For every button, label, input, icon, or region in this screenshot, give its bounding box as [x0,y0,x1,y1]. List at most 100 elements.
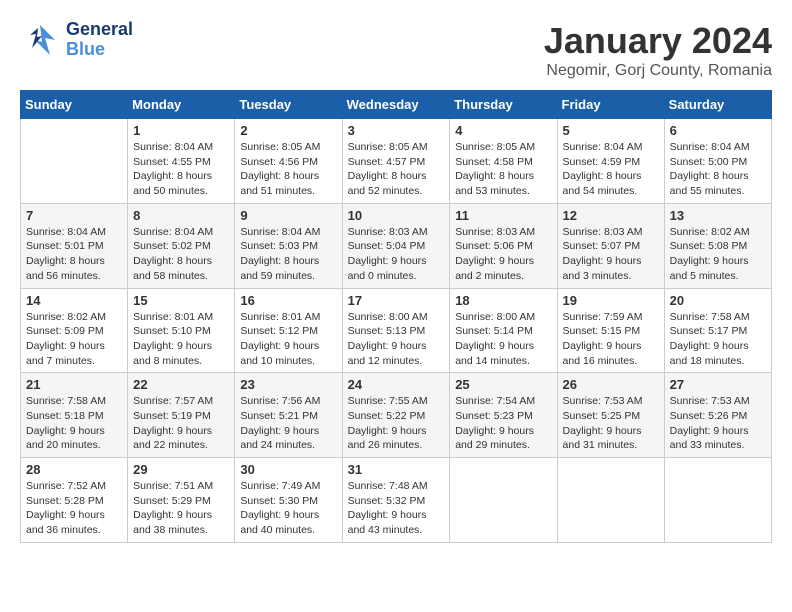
logo-general-text: General [66,20,133,40]
day-info: Sunrise: 8:04 AMSunset: 5:00 PMDaylight:… [670,140,766,199]
sunset-text: Sunset: 5:13 PM [348,324,445,339]
daylight-text: Daylight: 9 hours and 33 minutes. [670,424,766,453]
day-info: Sunrise: 7:57 AMSunset: 5:19 PMDaylight:… [133,394,229,453]
day-info: Sunrise: 8:00 AMSunset: 5:14 PMDaylight:… [455,310,551,369]
day-info: Sunrise: 7:59 AMSunset: 5:15 PMDaylight:… [563,310,659,369]
calendar-cell: 13Sunrise: 8:02 AMSunset: 5:08 PMDayligh… [664,203,771,288]
sunset-text: Sunset: 5:07 PM [563,239,659,254]
sunrise-text: Sunrise: 7:51 AM [133,479,229,494]
day-number: 21 [26,377,122,392]
calendar-cell: 3Sunrise: 8:05 AMSunset: 4:57 PMDaylight… [342,119,450,204]
sunrise-text: Sunrise: 7:54 AM [455,394,551,409]
day-info: Sunrise: 8:05 AMSunset: 4:56 PMDaylight:… [240,140,336,199]
week-row-1: 7Sunrise: 8:04 AMSunset: 5:01 PMDaylight… [21,203,772,288]
daylight-text: Daylight: 9 hours and 26 minutes. [348,424,445,453]
calendar-cell: 24Sunrise: 7:55 AMSunset: 5:22 PMDayligh… [342,373,450,458]
day-number: 29 [133,462,229,477]
sunrise-text: Sunrise: 7:48 AM [348,479,445,494]
month-title: January 2024 [544,20,772,62]
daylight-text: Daylight: 9 hours and 31 minutes. [563,424,659,453]
calendar-cell: 21Sunrise: 7:58 AMSunset: 5:18 PMDayligh… [21,373,128,458]
sunset-text: Sunset: 5:08 PM [670,239,766,254]
sunset-text: Sunset: 5:26 PM [670,409,766,424]
day-info: Sunrise: 7:48 AMSunset: 5:32 PMDaylight:… [348,479,445,538]
sunset-text: Sunset: 5:14 PM [455,324,551,339]
day-number: 14 [26,293,122,308]
sunrise-text: Sunrise: 7:55 AM [348,394,445,409]
day-number: 1 [133,123,229,138]
daylight-text: Daylight: 8 hours and 56 minutes. [26,254,122,283]
daylight-text: Daylight: 8 hours and 59 minutes. [240,254,336,283]
calendar-cell: 17Sunrise: 8:00 AMSunset: 5:13 PMDayligh… [342,288,450,373]
calendar-cell: 31Sunrise: 7:48 AMSunset: 5:32 PMDayligh… [342,458,450,543]
page-header: General Blue January 2024 Negomir, Gorj … [20,20,772,80]
daylight-text: Daylight: 9 hours and 24 minutes. [240,424,336,453]
sunrise-text: Sunrise: 8:03 AM [348,225,445,240]
daylight-text: Daylight: 8 hours and 54 minutes. [563,169,659,198]
day-info: Sunrise: 7:58 AMSunset: 5:17 PMDaylight:… [670,310,766,369]
day-number: 25 [455,377,551,392]
day-number: 30 [240,462,336,477]
day-info: Sunrise: 8:05 AMSunset: 4:57 PMDaylight:… [348,140,445,199]
day-number: 5 [563,123,659,138]
daylight-text: Daylight: 9 hours and 3 minutes. [563,254,659,283]
sunset-text: Sunset: 4:58 PM [455,155,551,170]
calendar-cell: 11Sunrise: 8:03 AMSunset: 5:06 PMDayligh… [450,203,557,288]
day-info: Sunrise: 8:02 AMSunset: 5:09 PMDaylight:… [26,310,122,369]
sunset-text: Sunset: 5:02 PM [133,239,229,254]
daylight-text: Daylight: 9 hours and 7 minutes. [26,339,122,368]
calendar-cell [557,458,664,543]
calendar-table: SundayMondayTuesdayWednesdayThursdayFrid… [20,90,772,543]
calendar-cell: 14 Sunrise: 8:02 AMSunset: 5:09 PMDayligh… [21,288,128,373]
day-info: Sunrise: 7:55 AMSunset: 5:22 PMDaylight:… [348,394,445,453]
calendar-cell: 30 Sunrise: 7:49 AMSunset: 5:30 PMDayligh… [235,458,342,543]
sunrise-text: Sunrise: 8:05 AM [240,140,336,155]
day-info: Sunrise: 8:01 AMSunset: 5:10 PMDaylight:… [133,310,229,369]
sunrise-text: Sunrise: 8:04 AM [563,140,659,155]
logo-icon [20,20,60,60]
sunset-text: Sunset: 5:32 PM [348,494,445,509]
day-info: Sunrise: 7:54 AMSunset: 5:23 PMDaylight:… [455,394,551,453]
sunrise-text: Sunrise: 8:04 AM [670,140,766,155]
daylight-text: Daylight: 9 hours and 16 minutes. [563,339,659,368]
daylight-text: Daylight: 9 hours and 18 minutes. [670,339,766,368]
day-number: 20 [670,293,766,308]
weekday-header-saturday: Saturday [664,91,771,119]
day-info: Sunrise: 7:49 AMSunset: 5:30 PMDaylight:… [240,479,336,538]
sunset-text: Sunset: 5:29 PM [133,494,229,509]
weekday-header-wednesday: Wednesday [342,91,450,119]
sunrise-text: Sunrise: 7:58 AM [26,394,122,409]
sunset-text: Sunset: 5:30 PM [240,494,336,509]
day-number: 4 [455,123,551,138]
sunrise-text: Sunrise: 7:53 AM [670,394,766,409]
sunset-text: Sunset: 5:28 PM [26,494,122,509]
day-number: 6 [670,123,766,138]
daylight-text: Daylight: 9 hours and 14 minutes. [455,339,551,368]
day-number: 19 [563,293,659,308]
day-number: 13 [670,208,766,223]
week-row-2: 14 Sunrise: 8:02 AMSunset: 5:09 PMDayligh… [21,288,772,373]
day-info: Sunrise: 8:03 AMSunset: 5:04 PMDaylight:… [348,225,445,284]
sunrise-text: Sunrise: 8:02 AM [670,225,766,240]
sunrise-text: Sunrise: 8:04 AM [26,225,122,240]
day-info: Sunrise: 7:51 AMSunset: 5:29 PMDaylight:… [133,479,229,538]
day-number: 12 [563,208,659,223]
sunset-text: Sunset: 5:03 PM [240,239,336,254]
day-number: 15 [133,293,229,308]
day-info: Sunrise: 7:53 AMSunset: 5:25 PMDaylight:… [563,394,659,453]
sunrise-text: Sunrise: 8:01 AM [133,310,229,325]
sunset-text: Sunset: 4:55 PM [133,155,229,170]
sunrise-text: Sunrise: 7:49 AM [240,479,336,494]
sunset-text: Sunset: 5:12 PM [240,324,336,339]
daylight-text: Daylight: 8 hours and 51 minutes. [240,169,336,198]
sunset-text: Sunset: 5:21 PM [240,409,336,424]
daylight-text: Daylight: 9 hours and 38 minutes. [133,508,229,537]
calendar-cell: 4Sunrise: 8:05 AMSunset: 4:58 PMDaylight… [450,119,557,204]
sunrise-text: Sunrise: 8:04 AM [240,225,336,240]
calendar-cell: 6 Sunrise: 8:04 AMSunset: 5:00 PMDaylight… [664,119,771,204]
daylight-text: Daylight: 9 hours and 43 minutes. [348,508,445,537]
daylight-text: Daylight: 9 hours and 20 minutes. [26,424,122,453]
calendar-cell: 25 Sunrise: 7:54 AMSunset: 5:23 PMDayligh… [450,373,557,458]
day-number: 28 [26,462,122,477]
calendar-cell: 26Sunrise: 7:53 AMSunset: 5:25 PMDayligh… [557,373,664,458]
